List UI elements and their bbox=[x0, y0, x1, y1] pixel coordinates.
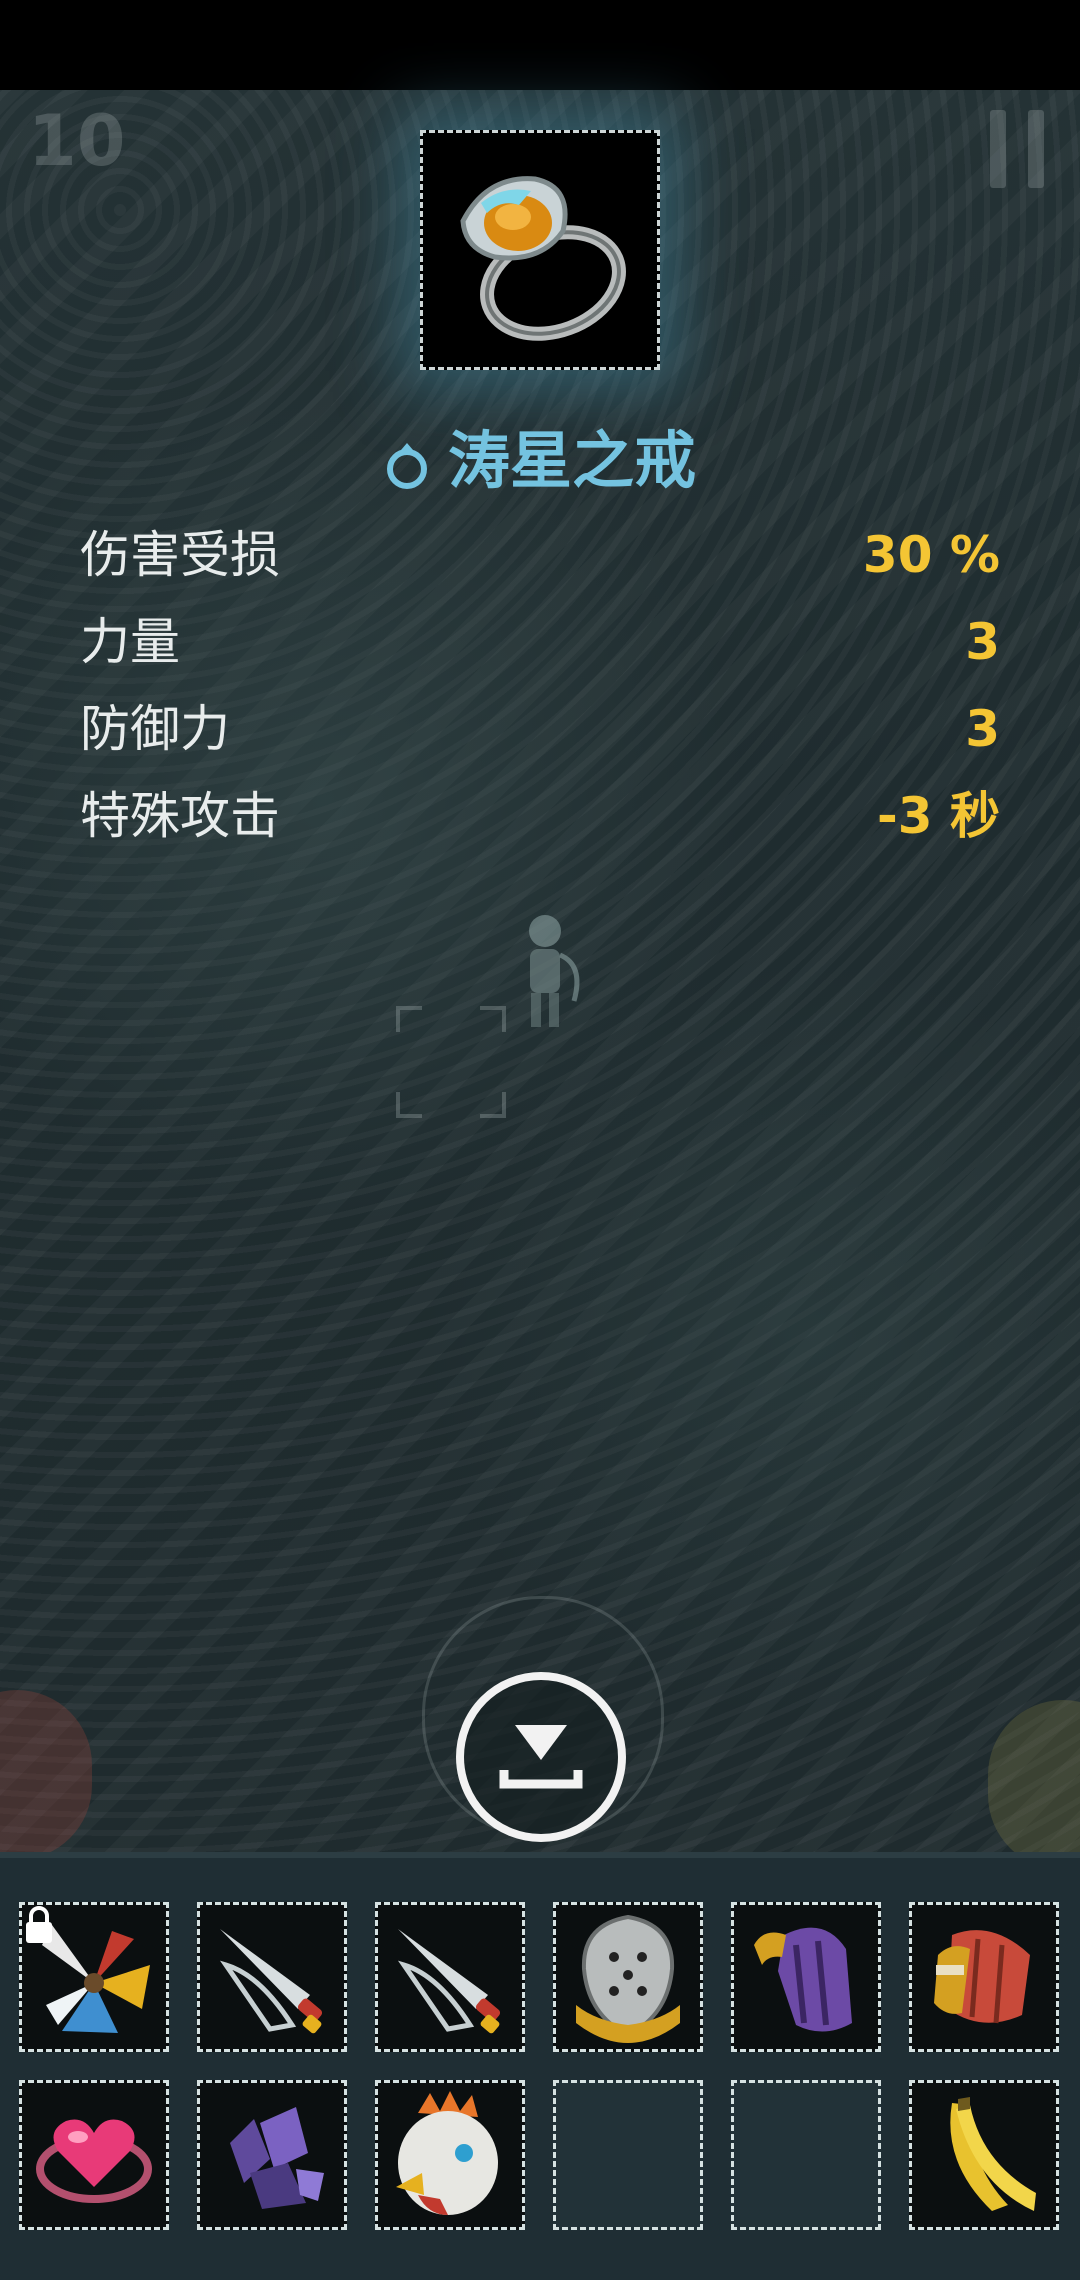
stat-label: 力量 bbox=[80, 613, 180, 671]
item-name-text: 涛星之戒 bbox=[447, 424, 696, 497]
pause-icon[interactable] bbox=[990, 110, 1044, 188]
rooster-helmet-icon bbox=[396, 2091, 498, 2215]
inventory-slot[interactable] bbox=[197, 1902, 347, 2052]
ring-icon bbox=[386, 442, 427, 489]
inventory-bar bbox=[0, 1852, 1080, 2280]
inventory-slot[interactable] bbox=[19, 1902, 169, 2052]
stat-label: 防御力 bbox=[80, 700, 230, 758]
lock-icon bbox=[26, 1906, 52, 1943]
drop-down-icon bbox=[499, 1725, 583, 1789]
ring-item-icon bbox=[460, 176, 626, 341]
item-image-frame bbox=[420, 130, 660, 370]
inventory-slot[interactable] bbox=[375, 2080, 525, 2230]
wing-blade-icon bbox=[397, 1929, 501, 2034]
stat-label: 特殊攻击 bbox=[80, 787, 280, 845]
wing-blade-icon bbox=[219, 1929, 323, 2034]
stat-row-damage-taken: 伤害受损 30 % bbox=[80, 520, 1000, 590]
silver-shield-icon bbox=[576, 1914, 680, 2043]
purple-gauntlet-icon bbox=[754, 1927, 852, 2032]
stat-label: 伤害受损 bbox=[80, 526, 280, 584]
stat-value: -3 秒 bbox=[877, 787, 1000, 845]
stat-row-special-attack: 特殊攻击 -3 秒 bbox=[80, 781, 1000, 851]
drop-item-button[interactable] bbox=[456, 1672, 626, 1842]
stat-value: 30 % bbox=[862, 526, 1000, 584]
status-bar bbox=[0, 0, 1080, 90]
target-cursor bbox=[396, 1006, 506, 1118]
inventory-slot[interactable] bbox=[731, 1902, 881, 2052]
inventory-slot[interactable] bbox=[19, 2080, 169, 2230]
stat-row-strength: 力量 3 bbox=[80, 607, 1000, 677]
stat-row-defense: 防御力 3 bbox=[80, 694, 1000, 764]
inventory-slot-empty[interactable] bbox=[731, 2080, 881, 2230]
banana-icon bbox=[950, 2097, 1036, 2211]
inventory-slot[interactable] bbox=[375, 1902, 525, 2052]
inventory-slot[interactable] bbox=[909, 2080, 1059, 2230]
inventory-slot[interactable] bbox=[553, 1902, 703, 2052]
item-name-title: 涛星之戒 bbox=[0, 410, 1080, 500]
purple-crystals-icon bbox=[230, 2107, 324, 2209]
game-screen: 10 涛星之戒 伤害受损 30 % 力量 3 防御力 3 特殊攻击 -3 秒 bbox=[0, 0, 1080, 2280]
inventory-slot[interactable] bbox=[197, 2080, 347, 2230]
stat-value: 3 bbox=[965, 700, 1000, 758]
player-character bbox=[529, 915, 580, 1027]
red-armguard-icon bbox=[934, 1930, 1030, 2024]
stat-value: 3 bbox=[965, 613, 1000, 671]
level-indicator: 10 bbox=[28, 100, 126, 182]
inventory-slot[interactable] bbox=[909, 1902, 1059, 2052]
inventory-slot-empty[interactable] bbox=[553, 2080, 703, 2230]
heart-amulet-icon bbox=[36, 2119, 152, 2203]
